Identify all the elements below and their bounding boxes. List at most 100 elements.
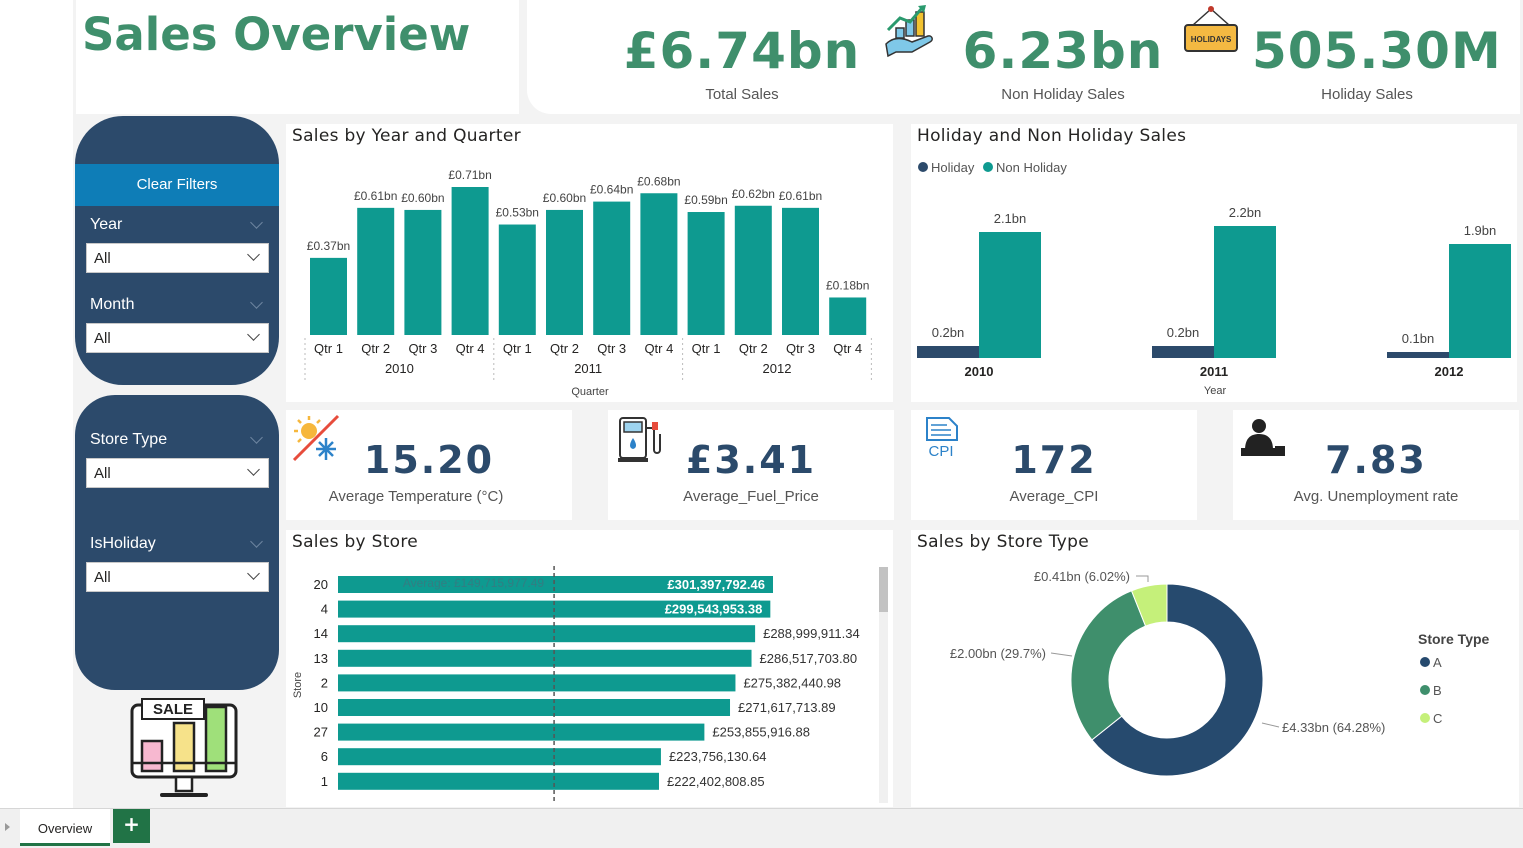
holiday-x-axis-title: Year [1204, 385, 1227, 397]
non-holiday-sales-label: Non Holiday Sales [1001, 86, 1125, 103]
month-filter-label: Month [90, 296, 135, 313]
quarter-bar [546, 209, 583, 335]
store-bar [338, 748, 661, 766]
store-data-label: £271,617,713.89 [738, 700, 836, 715]
add-page-icon: + [123, 812, 140, 836]
store-type-dropdown[interactable]: All [86, 458, 269, 488]
isholiday-dropdown-value: All [94, 569, 111, 586]
month-dropdown[interactable]: All [86, 323, 269, 353]
cpi-card: CPI 172 Average_CPI [911, 410, 1197, 520]
holiday-sign-icon: HOLIDAYS [1184, 6, 1238, 52]
tab-overview[interactable]: Overview [20, 809, 110, 846]
quarter-tick-label: Qtr 4 [833, 341, 862, 356]
legend-label: Non Holiday [996, 160, 1067, 175]
quarter-data-label: £0.59bn [684, 193, 727, 207]
holiday-sales-value: 505.30M [1252, 22, 1502, 80]
kpi-card: HOLIDAYS £6.74bn Total Sales 6.23bn Non … [527, 0, 1520, 114]
store-tick-label: 10 [314, 700, 328, 715]
store-bar [338, 625, 756, 643]
legend-marker [1420, 685, 1430, 695]
quarter-data-label: £0.60bn [543, 191, 586, 205]
tab-scroll-left-icon[interactable] [5, 823, 10, 831]
quarter-tick-label: Qtr 2 [550, 341, 579, 356]
year-dropdown-value: All [94, 250, 111, 267]
store-data-label: £223,756,130.64 [669, 749, 767, 764]
store-data-label: £299,543,953.38 [665, 602, 763, 617]
store-tick-label: 20 [314, 577, 328, 592]
holiday-data-label: 2.2bn [1229, 205, 1262, 220]
store-type-filter-label: Store Type [90, 431, 168, 448]
cpi-value: 172 [1011, 438, 1097, 482]
quarter-bar [734, 205, 772, 335]
total-sales-value: £6.74bn [623, 22, 861, 80]
scrollbar-thumb[interactable] [879, 567, 888, 612]
sale-monitor-icon: SALE [130, 698, 238, 797]
legend-marker [1420, 657, 1430, 667]
store-data-label: £253,855,916.88 [712, 725, 810, 740]
add-page-button[interactable]: + [113, 809, 150, 843]
store-type-chart-card[interactable]: Sales by Store Type £4.33bn (64.28%) £2.0… [911, 530, 1519, 807]
title-card: Sales Overview [76, 0, 519, 114]
holiday-bar [1214, 226, 1276, 358]
quarter-data-label: £0.61bn [354, 189, 397, 203]
total-sales-label: Total Sales [705, 86, 779, 103]
holiday-tick-label: 2012 [1435, 364, 1464, 379]
clear-filters-button[interactable]: Clear Filters [75, 164, 279, 206]
quarter-bar [310, 257, 347, 335]
donut-data-label: £4.33bn (64.28%) [1282, 720, 1385, 735]
quarter-tick-label: Qtr 2 [361, 341, 390, 356]
donut-data-label: £0.41bn (6.02%) [1034, 569, 1130, 584]
holiday-chart-card[interactable]: Holiday and Non Holiday Sales Holiday 0.2… [911, 124, 1517, 402]
legend-label: C [1433, 711, 1442, 726]
holiday-bar [1152, 346, 1214, 358]
quarter-bar [593, 201, 631, 335]
fuel-price-label: Average_Fuel_Price [683, 488, 819, 505]
donut-leader-line [1261, 722, 1280, 728]
quarter-bar [404, 209, 442, 335]
quarter-tick-label: Qtr 3 [597, 341, 626, 356]
year-tick-label: 2011 [574, 361, 602, 376]
holiday-data-label: 0.2bn [932, 325, 965, 340]
year-dropdown[interactable]: All [86, 243, 269, 273]
holiday-bar [1449, 244, 1511, 358]
holiday-tick-label: 2010 [965, 364, 994, 379]
store-chart-scrollbar[interactable] [879, 567, 888, 803]
temperature-value: 15.20 [363, 438, 495, 482]
store-tick-label: 1 [321, 774, 328, 789]
quarter-tick-label: Qtr 1 [314, 341, 343, 356]
store-data-label: £288,999,911.34 [763, 626, 860, 641]
legend-marker [1420, 713, 1430, 723]
donut-slice [1070, 590, 1147, 741]
store-chart-card[interactable]: Sales by Store 20 £301,397,792.46 4 £299,54… [286, 530, 893, 807]
quarter-tick-label: Qtr 3 [786, 341, 815, 356]
quarter-tick-label: Qtr 1 [503, 341, 532, 356]
temperature-card: 15.20 Average Temperature (°C) [286, 410, 572, 520]
chevron-down-icon [247, 248, 260, 261]
holiday-bar [979, 232, 1041, 358]
growth-chart-icon [885, 5, 933, 58]
store-tick-label: 14 [314, 626, 328, 641]
non-holiday-sales-value: 6.23bn [962, 22, 1164, 80]
quarter-data-label: £0.61bn [779, 189, 822, 203]
store-tick-label: 4 [321, 602, 328, 617]
quarter-data-label: £0.62bn [732, 187, 775, 201]
store-data-label: £222,402,808.85 [667, 774, 765, 789]
isholiday-dropdown[interactable]: All [86, 562, 269, 592]
legend-label: B [1433, 683, 1442, 698]
fuel-price-card: £3.41 Average_Fuel_Price [608, 410, 894, 520]
quarter-bar [829, 297, 867, 335]
chevron-down-icon [247, 463, 260, 476]
store-type-legend-title: Store Type [1418, 631, 1490, 647]
donut-data-label: £2.00bn (29.7%) [950, 646, 1046, 661]
quarter-x-axis-title: Quarter [571, 386, 609, 398]
cpi-label: Average_CPI [1009, 488, 1099, 505]
quarter-tick-label: Qtr 1 [692, 341, 721, 356]
month-dropdown-value: All [94, 330, 111, 347]
legend-marker [983, 162, 993, 172]
quarter-chart-card[interactable]: Sales by Year and Quarter £0.37bn Qtr 1 £0… [286, 124, 893, 402]
average-line-label: Average: £149,715,977.49 [403, 576, 545, 590]
store-tick-label: 6 [321, 749, 328, 764]
quarter-data-label: £0.53bn [496, 206, 539, 220]
store-bar [338, 649, 752, 667]
quarter-tick-label: Qtr 4 [644, 341, 673, 356]
